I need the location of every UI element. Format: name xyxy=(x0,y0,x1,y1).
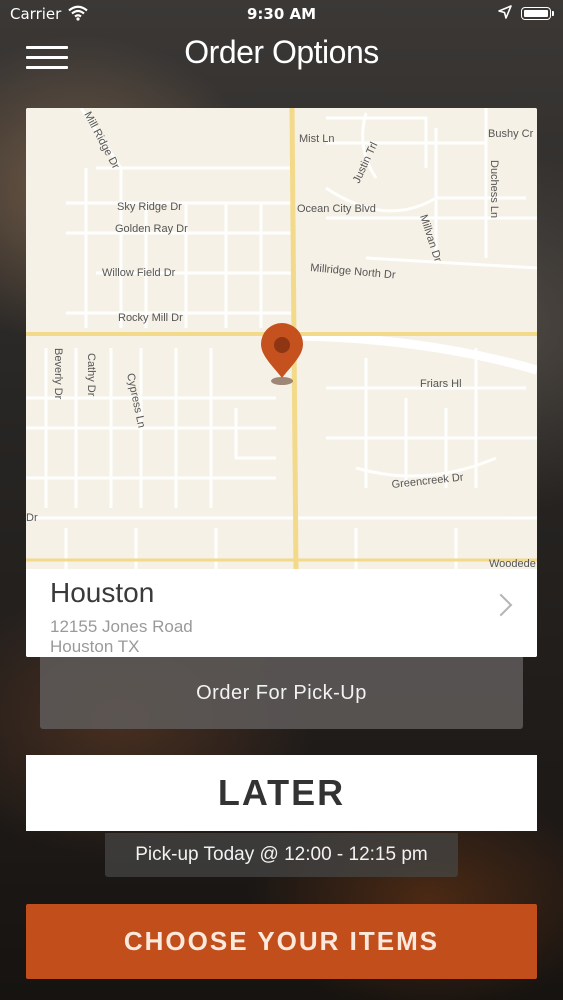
map-label: Golden Ray Dr xyxy=(115,223,188,235)
store-address-line1: 12155 Jones Road xyxy=(50,617,193,636)
map-label: Willow Field Dr xyxy=(102,267,176,279)
map-label: Cypress Ln xyxy=(124,372,147,429)
map-label: Friars Hl xyxy=(420,378,462,390)
page-title: Order Options xyxy=(184,34,379,70)
store-card: Mill Ridge Dr Mist Ln Bushy Cr Justin Tr… xyxy=(26,108,537,657)
map-label: Justin Trl xyxy=(351,140,380,185)
map-label: Sky Ridge Dr xyxy=(117,201,182,213)
map-label: Mill Ridge Dr xyxy=(81,110,121,172)
store-address-line2: Houston TX xyxy=(50,637,140,656)
clock: 9:30 AM xyxy=(246,5,317,23)
battery-icon xyxy=(521,7,554,20)
map-label: Mist Ln xyxy=(299,133,334,145)
choose-items-button[interactable]: CHOOSE YOUR ITEMS xyxy=(26,904,537,979)
map-label: Duchess Ln xyxy=(488,160,500,218)
later-button[interactable]: LATER xyxy=(26,755,537,831)
map-label: Dr xyxy=(26,512,38,524)
map-view[interactable]: Mill Ridge Dr Mist Ln Bushy Cr Justin Tr… xyxy=(26,108,537,569)
chevron-right-icon xyxy=(489,593,513,617)
map-label: Cathy Dr xyxy=(85,353,97,397)
order-type-button[interactable]: Order For Pick-Up xyxy=(40,657,523,729)
map-label: Millridge North Dr xyxy=(310,262,397,281)
map-label: Woodede xyxy=(489,558,536,569)
location-arrow-icon xyxy=(498,5,512,23)
store-name: Houston xyxy=(50,577,155,608)
store-info-row[interactable]: Houston 12155 Jones Road Houston TX xyxy=(26,569,537,657)
map-label: Bushy Cr xyxy=(488,128,534,140)
status-bar: Carrier 9:30 AM xyxy=(0,0,563,30)
map-label: Ocean City Blvd xyxy=(297,203,376,215)
map-label: Millvan Dr xyxy=(417,213,444,264)
pickup-time-label: Pick-up Today @ 12:00 - 12:15 pm xyxy=(105,833,458,877)
map-label: Rocky Mill Dr xyxy=(118,312,183,324)
map-label: Beverly Dr xyxy=(52,348,64,400)
